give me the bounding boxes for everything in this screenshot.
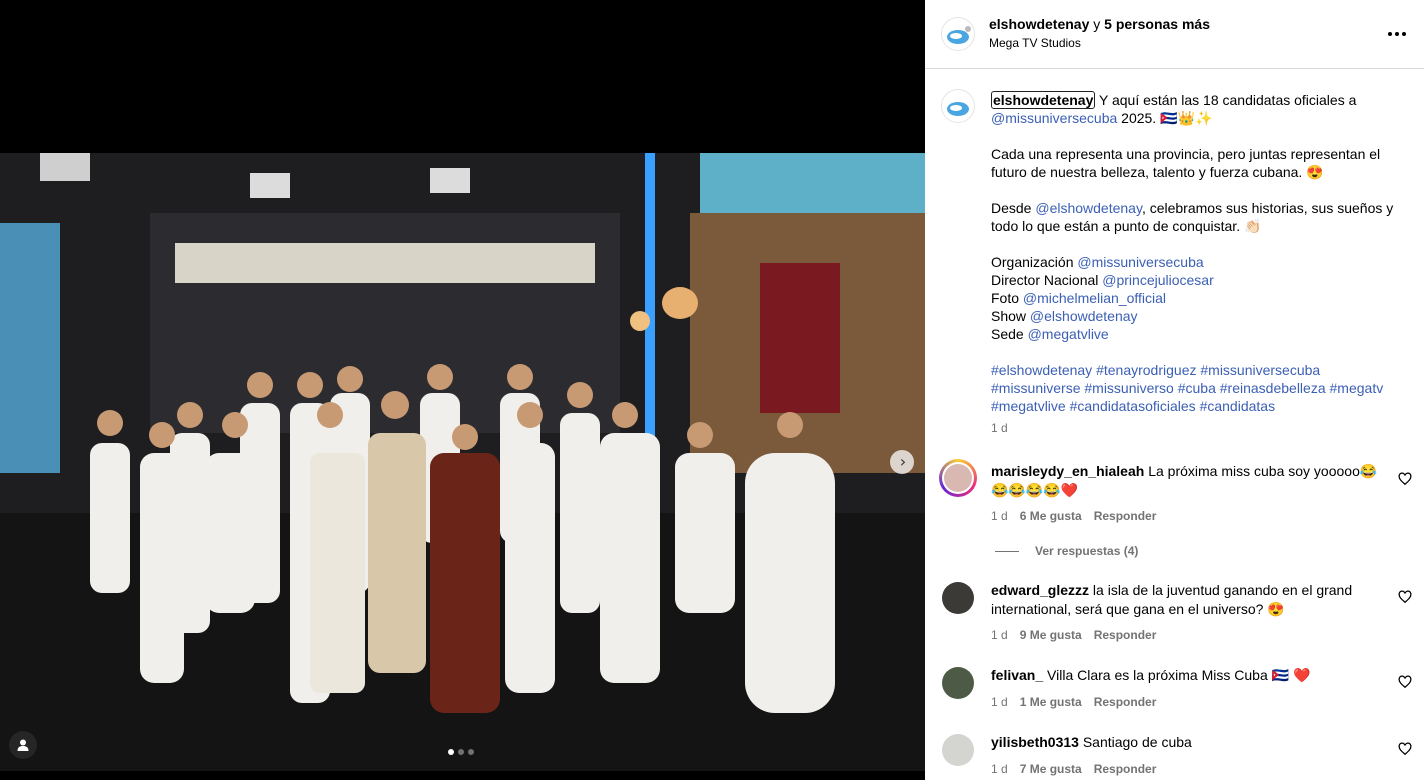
- carousel-dot: [458, 749, 464, 755]
- comment-text: marisleydy_en_hialeah La próxima miss cu…: [991, 462, 1391, 500]
- comment-meta: 1 d 6 Me gusta Responder: [991, 509, 1156, 523]
- post-header: elshowdetenay y 5 personas más Mega TV S…: [925, 0, 1424, 69]
- studio-photo-illustration: [0, 153, 925, 771]
- heart-icon[interactable]: [1398, 742, 1412, 756]
- caption-line1-tail: 2025. 🇨🇺👑✨: [1117, 110, 1213, 126]
- comment-text: edward_glezzz la isla de la juventud gan…: [991, 581, 1391, 619]
- caption-timestamp[interactable]: 1 d: [991, 419, 1401, 437]
- caption-avatar[interactable]: [941, 89, 975, 123]
- credit-label: Foto: [991, 290, 1023, 306]
- comment-username[interactable]: yilisbeth0313: [991, 734, 1079, 750]
- chevron-right-icon: ›: [899, 452, 907, 471]
- caption-text: Desde: [991, 200, 1036, 216]
- author-avatar[interactable]: [941, 17, 975, 51]
- tagged-people-button[interactable]: [9, 731, 37, 759]
- carousel-indicator: [448, 749, 474, 755]
- carousel-dot: [468, 749, 474, 755]
- comment-likes[interactable]: 1 Me gusta: [1020, 695, 1082, 709]
- credit-mention[interactable]: @missuniversecuba: [1077, 254, 1203, 270]
- comment-body: Villa Clara es la próxima Miss Cuba 🇨🇺 ❤…: [1043, 667, 1311, 683]
- post-media: ›: [0, 0, 925, 780]
- commenter-avatar[interactable]: [942, 582, 974, 614]
- caption-paragraph: Cada una representa una provincia, pero …: [991, 146, 1381, 180]
- comment-time[interactable]: 1 d: [991, 628, 1008, 642]
- comment-meta: 1 d 7 Me gusta Responder: [991, 762, 1156, 776]
- caption-hashtags[interactable]: #missuniverse #missuniverso #cuba #reina…: [991, 379, 1401, 397]
- comment-likes[interactable]: 7 Me gusta: [1020, 762, 1082, 776]
- credit-label: Organización: [991, 254, 1078, 270]
- caption-mention[interactable]: @elshowdetenay: [1035, 200, 1142, 216]
- comment-username[interactable]: marisleydy_en_hialeah: [991, 463, 1144, 479]
- comment-likes[interactable]: 9 Me gusta: [1020, 628, 1082, 642]
- show-logo-icon: [947, 26, 971, 44]
- credit-mention[interactable]: @princejuliocesar: [1102, 272, 1213, 288]
- reply-button[interactable]: Responder: [1094, 762, 1157, 776]
- caption-hashtags[interactable]: #elshowdetenay #tenayrodriguez #missuniv…: [991, 361, 1401, 379]
- post-caption: elshowdetenay Y aquí están las 18 candid…: [991, 91, 1401, 437]
- comment-body: Santiago de cuba: [1078, 734, 1192, 750]
- post-location[interactable]: Mega TV Studios: [989, 36, 1081, 50]
- view-replies-label: Ver respuestas (4): [1035, 544, 1139, 558]
- coauthors-link[interactable]: 5 personas más: [1104, 16, 1210, 32]
- credit-mention[interactable]: @elshowdetenay: [1030, 308, 1138, 324]
- comment-meta: 1 d 9 Me gusta Responder: [991, 628, 1156, 642]
- credit-label: Director Nacional: [991, 272, 1103, 288]
- post-side-panel: elshowdetenay y 5 personas más Mega TV S…: [925, 0, 1424, 780]
- next-slide-button[interactable]: ›: [890, 450, 914, 474]
- commenter-avatar[interactable]: [942, 734, 974, 766]
- comment-time[interactable]: 1 d: [991, 762, 1008, 776]
- post-authors: elshowdetenay y 5 personas más: [989, 16, 1210, 32]
- comment-meta: 1 d 1 Me gusta Responder: [991, 695, 1156, 709]
- credit-label: Sede: [991, 326, 1028, 342]
- comment-time[interactable]: 1 d: [991, 509, 1008, 523]
- comment-likes[interactable]: 6 Me gusta: [1020, 509, 1082, 523]
- reply-button[interactable]: Responder: [1094, 509, 1157, 523]
- reply-button[interactable]: Responder: [1094, 695, 1157, 709]
- heart-icon[interactable]: [1398, 472, 1412, 486]
- author-username[interactable]: elshowdetenay: [989, 16, 1089, 32]
- post-photo[interactable]: [0, 153, 925, 771]
- credit-mention[interactable]: @michelmelian_official: [1023, 290, 1166, 306]
- more-options-button[interactable]: [1385, 22, 1409, 46]
- comment-username[interactable]: felivan_: [991, 667, 1043, 683]
- user-icon: [17, 739, 29, 751]
- ellipsis-icon: [1387, 32, 1408, 36]
- credit-label: Show: [991, 308, 1030, 324]
- heart-icon[interactable]: [1398, 675, 1412, 689]
- authors-joiner: y: [1093, 16, 1101, 32]
- caption-hashtags[interactable]: #megatvlive #candidatasoficiales #candid…: [991, 397, 1401, 415]
- comment-time[interactable]: 1 d: [991, 695, 1008, 709]
- comment-username[interactable]: edward_glezzz: [991, 582, 1089, 598]
- carousel-dot-active: [448, 749, 454, 755]
- credit-mention[interactable]: @megatvlive: [1028, 326, 1109, 342]
- show-logo-icon: [947, 102, 969, 116]
- reply-button[interactable]: Responder: [1094, 628, 1157, 642]
- caption-line1-text: Y aquí están las 18 candidatas oficiales…: [1095, 92, 1357, 108]
- view-replies-button[interactable]: Ver respuestas (4): [995, 544, 1138, 558]
- commenter-avatar[interactable]: [942, 667, 974, 699]
- caption-username[interactable]: elshowdetenay: [991, 91, 1096, 109]
- heart-icon[interactable]: [1398, 590, 1412, 604]
- caption-mention[interactable]: @missuniversecuba: [991, 110, 1117, 126]
- commenter-avatar[interactable]: [939, 459, 977, 497]
- comment-text: felivan_ Villa Clara es la próxima Miss …: [991, 666, 1391, 685]
- comment-text: yilisbeth0313 Santiago de cuba: [991, 733, 1391, 752]
